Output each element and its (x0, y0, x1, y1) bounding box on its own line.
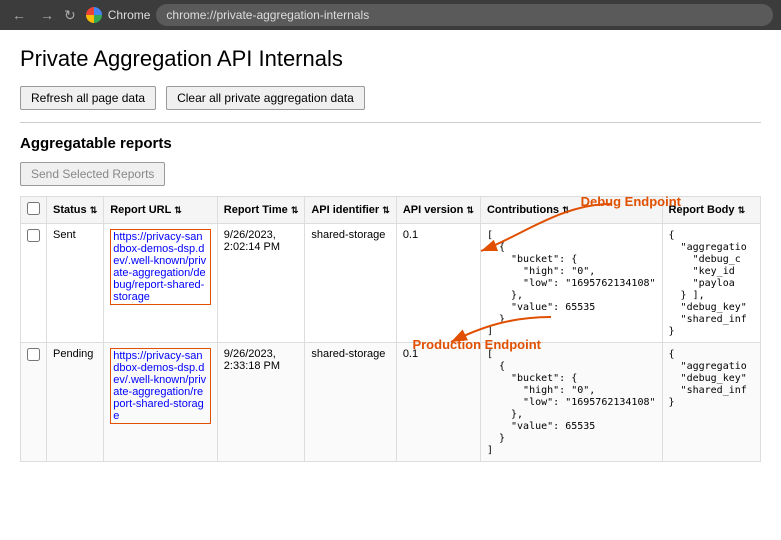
tab-bar: Chrome (108, 8, 151, 22)
browser-chrome: ← → ↻ Chrome chrome://private-aggregatio… (0, 0, 781, 30)
api-cell: shared-storage (305, 343, 396, 462)
sort-icon: ⇅ (291, 205, 299, 215)
forward-button[interactable]: → (36, 5, 58, 25)
header-body[interactable]: Report Body ⇅ (662, 197, 760, 224)
row-checkbox-cell[interactable] (21, 224, 47, 343)
reports-table: Status ⇅ Report URL ⇅ Report Time ⇅ API … (20, 196, 761, 462)
time-cell: 9/26/2023, 2:02:14 PM (217, 224, 305, 343)
sort-icon: ⇅ (738, 205, 746, 215)
section-title: Aggregatable reports (20, 135, 761, 152)
table-row: Sent https://privacy-sandbox-demos-dsp.d… (21, 224, 761, 343)
header-status[interactable]: Status ⇅ (47, 197, 104, 224)
status-cell: Sent (47, 224, 104, 343)
table-header-row: Status ⇅ Report URL ⇅ Report Time ⇅ API … (21, 197, 761, 224)
contributions-json: [ { "bucket": { "high": "0", "low": "169… (487, 230, 656, 337)
tab-label: Chrome (108, 8, 151, 22)
divider (20, 122, 761, 123)
table-row: Pending https://privacy-sandbox-demos-ds… (21, 343, 761, 462)
row-checkbox[interactable] (27, 348, 40, 361)
url-text: chrome://private-aggregation-internals (166, 8, 369, 22)
body-cell: { "aggregatio "debug_c "key_id "payloa }… (662, 224, 760, 343)
url-cell: https://privacy-sandbox-demos-dsp.dev/.w… (104, 224, 218, 343)
select-all-checkbox[interactable] (27, 202, 40, 215)
action-buttons: Refresh all page data Clear all private … (20, 86, 761, 110)
url-cell: https://privacy-sandbox-demos-dsp.dev/.w… (104, 343, 218, 462)
sort-icon: ⇅ (466, 205, 474, 215)
sort-icon: ⇅ (90, 205, 98, 215)
body-json: { "aggregatio "debug_c "key_id "payloa }… (669, 230, 747, 337)
address-bar[interactable]: chrome://private-aggregation-internals (156, 4, 773, 26)
sort-icon: ⇅ (382, 205, 390, 215)
version-cell: 0.1 (396, 224, 480, 343)
status-cell: Pending (47, 343, 104, 462)
row-checkbox[interactable] (27, 229, 40, 242)
header-version[interactable]: API version ⇅ (396, 197, 480, 224)
header-time[interactable]: Report Time ⇅ (217, 197, 305, 224)
body-cell: { "aggregatio "debug_key" "shared_inf } (662, 343, 760, 462)
header-api[interactable]: API identifier ⇅ (305, 197, 396, 224)
clear-button[interactable]: Clear all private aggregation data (166, 86, 365, 110)
header-checkbox[interactable] (21, 197, 47, 224)
send-selected-button[interactable]: Send Selected Reports (20, 162, 165, 186)
sort-icon: ⇅ (174, 205, 182, 215)
refresh-button[interactable]: Refresh all page data (20, 86, 156, 110)
page-title: Private Aggregation API Internals (20, 46, 761, 72)
body-json: { "aggregatio "debug_key" "shared_inf } (669, 349, 747, 408)
reload-button[interactable]: ↻ (64, 7, 76, 24)
row-checkbox-cell[interactable] (21, 343, 47, 462)
contributions-cell: [ { "bucket": { "high": "0", "low": "169… (480, 343, 662, 462)
api-cell: shared-storage (305, 224, 396, 343)
header-url[interactable]: Report URL ⇅ (104, 197, 218, 224)
back-button[interactable]: ← (8, 5, 30, 25)
sort-icon: ⇅ (562, 205, 570, 215)
version-cell: 0.1 (396, 343, 480, 462)
contributions-cell: [ { "bucket": { "high": "0", "low": "169… (480, 224, 662, 343)
contributions-json: [ { "bucket": { "high": "0", "low": "169… (487, 349, 656, 456)
report-url[interactable]: https://privacy-sandbox-demos-dsp.dev/.w… (110, 348, 211, 424)
header-contributions[interactable]: Contributions ⇅ (480, 197, 662, 224)
page-content: Private Aggregation API Internals Refres… (0, 30, 781, 478)
chrome-logo-icon (86, 7, 102, 23)
table-container: Debug Endpoint Production Endpoint (20, 196, 761, 462)
report-url[interactable]: https://privacy-sandbox-demos-dsp.dev/.w… (110, 229, 211, 305)
table-body: Sent https://privacy-sandbox-demos-dsp.d… (21, 224, 761, 462)
time-cell: 9/26/2023, 2:33:18 PM (217, 343, 305, 462)
